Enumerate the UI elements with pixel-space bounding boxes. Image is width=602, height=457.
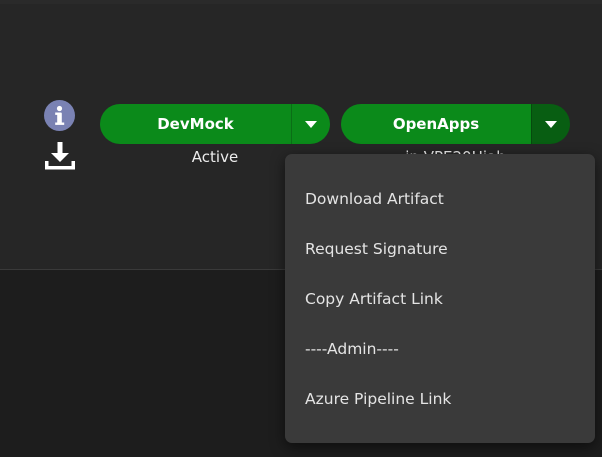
devmock-button[interactable]: DevMock (100, 104, 291, 144)
menu-item-copy-artifact-link[interactable]: Copy Artifact Link (305, 284, 585, 314)
chevron-down-icon (305, 120, 317, 128)
menu-section-admin: ----Admin---- (305, 340, 399, 358)
download-icon[interactable] (44, 141, 76, 170)
info-icon[interactable] (44, 100, 75, 131)
menu-item-download-artifact[interactable]: Download Artifact (305, 184, 585, 214)
openapps-dropdown-toggle[interactable] (531, 104, 570, 144)
devmock-dropdown-toggle[interactable] (291, 104, 330, 144)
card-top-edge (0, 0, 602, 4)
menu-item-azure-pipeline-link[interactable]: Azure Pipeline Link (305, 384, 585, 414)
menu-item-request-signature[interactable]: Request Signature (305, 234, 585, 264)
dropdown-menu: Download Artifact Request Signature Copy… (285, 154, 595, 443)
screen: DevMock Active OpenApps in VPE20Hjah Dow… (0, 0, 602, 457)
openapps-split-button: OpenApps (341, 104, 570, 144)
openapps-button[interactable]: OpenApps (341, 104, 531, 144)
devmock-split-button: DevMock (100, 104, 330, 144)
info-glyph (55, 105, 65, 125)
download-glyph (45, 142, 75, 170)
chevron-down-icon (545, 120, 557, 128)
